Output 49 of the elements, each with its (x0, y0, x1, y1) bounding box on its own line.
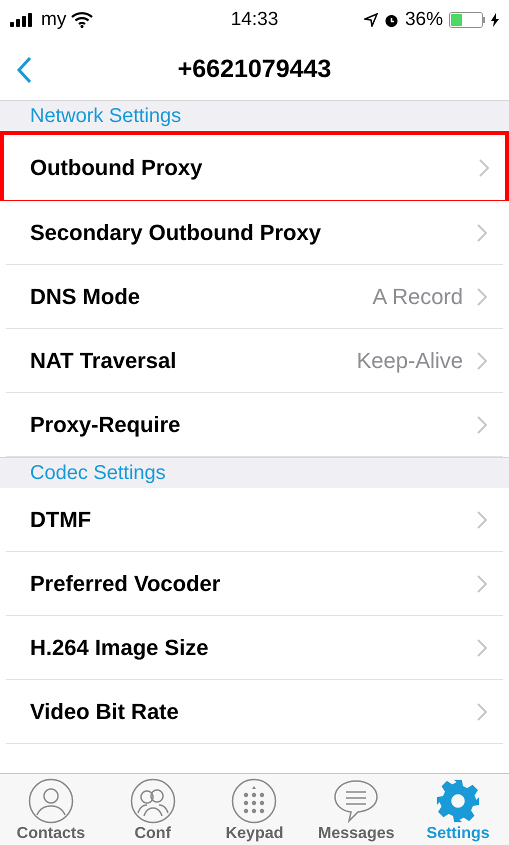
chevron-icon (477, 352, 487, 370)
chevron-icon (477, 416, 487, 434)
settings-row[interactable]: H.264 Image Size (6, 616, 503, 680)
wifi-icon (71, 12, 94, 28)
clock-time: 14:33 (230, 8, 280, 32)
settings-row[interactable]: Outbound Proxy (0, 131, 509, 201)
chevron-icon (477, 224, 487, 242)
settings-icon (435, 778, 482, 824)
tab-item[interactable]: Messages (305, 774, 408, 845)
person-icon (28, 778, 74, 824)
speech-bubble-icon (332, 778, 380, 824)
tab-item[interactable]: Contacts (0, 774, 102, 845)
row-label: NAT Traversal (30, 347, 178, 375)
tab-item[interactable]: Keypad (204, 774, 306, 845)
row-label: DNS Mode (30, 283, 141, 311)
row-value: Keep-Alive (356, 347, 463, 375)
tab-item[interactable]: Conf (102, 774, 204, 845)
settings-row[interactable]: NAT Traversal Keep-Alive (6, 329, 503, 393)
section-header-label: Codec Settings (30, 461, 166, 486)
section-header-label: Network Settings (30, 104, 182, 129)
charging-bolt-icon (491, 13, 499, 27)
chevron-icon (477, 702, 487, 720)
chevron-icon (477, 510, 487, 528)
keypad-icon (231, 778, 278, 824)
row-label: Video Bit Rate (30, 698, 180, 726)
chevron-icon (477, 574, 487, 592)
row-value: A Record (372, 283, 463, 311)
chevron-icon (479, 158, 489, 176)
settings-row[interactable]: Preferred Vocoder (6, 552, 503, 616)
battery-percent: 36% (404, 8, 443, 32)
row-label: DTMF (30, 506, 92, 534)
chevron-icon (477, 638, 487, 656)
alarm-clock-icon (384, 12, 399, 28)
row-label: Outbound Proxy (30, 154, 204, 182)
settings-row[interactable]: DTMF (6, 488, 503, 552)
row-label: H.264 Image Size (30, 634, 210, 662)
location-arrow-icon (364, 13, 378, 27)
settings-row[interactable]: Video Bit Rate (6, 680, 503, 744)
chevron-icon (477, 288, 487, 306)
row-label: Proxy-Require (30, 411, 182, 439)
row-label: Secondary Outbound Proxy (30, 219, 322, 247)
settings-row[interactable]: DNS Mode A Record (6, 265, 503, 329)
nav-title: +6621079443 (178, 54, 332, 86)
battery-icon (449, 12, 485, 28)
row-label: Preferred Vocoder (30, 570, 222, 598)
settings-row[interactable]: Secondary Outbound Proxy (6, 201, 503, 265)
back-chevron-icon (16, 56, 32, 84)
people-icon (130, 778, 176, 824)
carrier-name: my (41, 8, 66, 32)
